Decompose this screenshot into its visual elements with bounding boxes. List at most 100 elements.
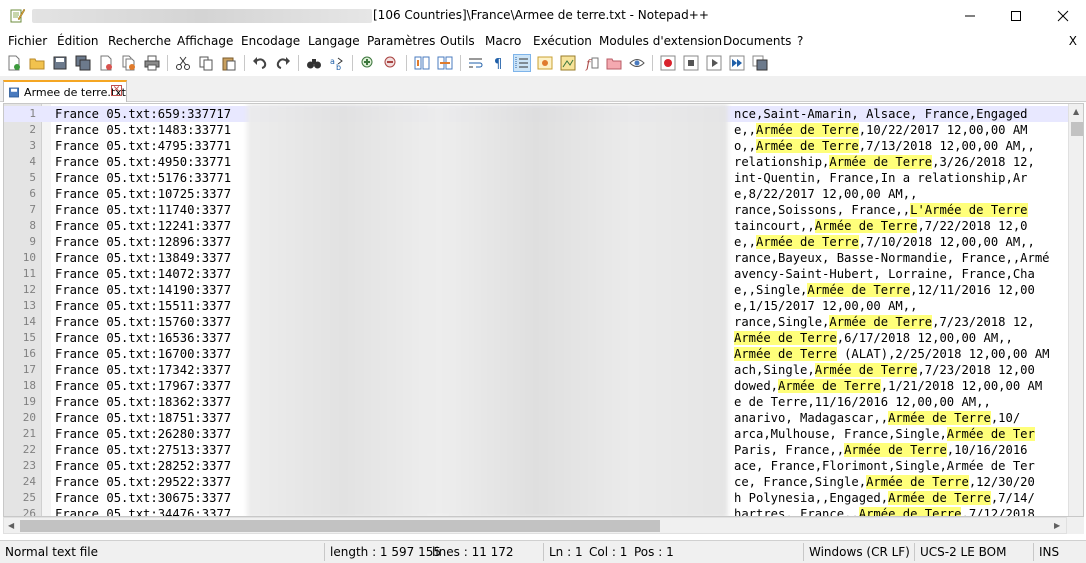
line-text-segment: ,12/11/2016 12,00 (910, 283, 1035, 297)
line-text-segment: o,, (734, 139, 757, 153)
stop-macro-button[interactable] (682, 54, 700, 72)
toolbar-separator (244, 55, 245, 71)
toolbar-separator (352, 55, 353, 71)
scroll-right-arrow[interactable]: ▶ (1054, 521, 1060, 530)
play-macro-button[interactable] (705, 54, 723, 72)
paste-button[interactable] (220, 54, 238, 72)
toolbar-separator (298, 55, 299, 71)
user-language-button[interactable] (536, 54, 554, 72)
word-wrap-button[interactable] (467, 54, 485, 72)
line-text-start: France 05.txt:5176:33771 (55, 171, 232, 185)
close-window-button[interactable] (1040, 0, 1086, 31)
indent-guide-button[interactable] (513, 54, 531, 72)
line-text-segment: e,1/15/2017 12,00,00 AM,, (734, 299, 918, 313)
search-match-highlight: Armée de Terre (734, 347, 837, 361)
menu-fichier[interactable]: Fichier (8, 34, 47, 48)
line-text-segment: (ALAT),2/25/2018 12,00,00 AM (836, 347, 1050, 361)
scissors-icon (176, 56, 190, 70)
menu-documents[interactable]: Documents (723, 34, 791, 48)
copy-button[interactable] (197, 54, 215, 72)
print-button[interactable] (143, 54, 161, 72)
zoom-out-button[interactable] (382, 54, 400, 72)
status-encoding[interactable]: UCS-2 LE BOM (920, 545, 1006, 559)
line-text-segment: avency-Saint-Hubert, Lorraine, France,Ch… (734, 267, 1035, 281)
line-text-start: France 05.txt:4795:33771 (55, 139, 232, 153)
status-insert-mode[interactable]: INS (1039, 545, 1059, 559)
menu-encodage[interactable]: Encodage (241, 34, 300, 48)
search-match-highlight: Armée de Terre (814, 363, 918, 377)
undo-button[interactable] (251, 54, 269, 72)
close-file-icon (100, 55, 112, 71)
sync-horizontal-button[interactable] (436, 54, 454, 72)
menu-parametres[interactable]: Paramètres (367, 34, 435, 48)
status-eol[interactable]: Windows (CR LF) (809, 545, 910, 559)
menu-modules[interactable]: Modules d'extension (599, 34, 722, 48)
menu-edition[interactable]: Édition (57, 34, 99, 48)
run-macro-multiple-button[interactable] (728, 54, 746, 72)
folder-workspace-button[interactable] (605, 54, 623, 72)
horizontal-scroll-thumb[interactable] (20, 520, 660, 532)
line-text-start: France 05.txt:30675:3377 (55, 491, 232, 505)
tab-close-icon[interactable]: ✕ (111, 85, 122, 96)
line-text-segment: arca,Mulhouse, France,Single, (734, 427, 947, 441)
monitoring-button[interactable] (628, 54, 646, 72)
redo-button[interactable] (274, 54, 292, 72)
replace-button[interactable]: ab (328, 54, 346, 72)
zoom-in-button[interactable] (359, 54, 377, 72)
sync-vertical-button[interactable] (413, 54, 431, 72)
close-all-button[interactable] (120, 54, 138, 72)
window-title: [106 Countries]\France\Armee de terre.tx… (373, 8, 709, 22)
maximize-button[interactable] (993, 0, 1039, 31)
line-number: 3 (29, 139, 36, 152)
menu-langage[interactable]: Langage (308, 34, 360, 48)
line-text-segment: ,12/30/20 (968, 475, 1035, 489)
menu-macro[interactable]: Macro (485, 34, 521, 48)
line-number: 15 (22, 331, 36, 344)
line-number: 14 (22, 315, 36, 328)
search-match-highlight: Armée de Ter (946, 427, 1035, 441)
editor[interactable]: 1 France 05.txt:659:337717 nce,Saint-Amari… (3, 103, 1084, 517)
open-file-button[interactable] (28, 54, 46, 72)
save-button[interactable] (51, 54, 69, 72)
status-lines: lines : 11 172 (432, 545, 514, 559)
line-text-segment: ,10/22/2017 12,00,00 AM (858, 123, 1028, 137)
search-match-highlight: Armée de Terre (778, 379, 881, 393)
vertical-scrollbar[interactable]: ▲ (1068, 104, 1083, 516)
vertical-scroll-thumb[interactable] (1071, 122, 1083, 136)
show-all-chars-button[interactable]: ¶ (490, 54, 508, 72)
save-all-icon (75, 55, 91, 71)
close-file-button[interactable] (97, 54, 115, 72)
menu-affichage[interactable]: Affichage (177, 34, 233, 48)
minimize-button[interactable] (947, 0, 993, 31)
line-text-end: Armée de Terre,6/17/2018 12,00,00 AM,, (734, 330, 1013, 346)
new-file-button[interactable] (5, 54, 23, 72)
save-all-button[interactable] (74, 54, 92, 72)
title-redacted-area (32, 9, 372, 23)
new-file-icon (8, 55, 20, 71)
menu-help[interactable]: ? (797, 34, 803, 48)
menu-execution[interactable]: Exécution (533, 34, 592, 48)
save-macro-button[interactable] (751, 54, 769, 72)
line-number: 4 (29, 155, 36, 168)
line-text-end: Paris, France,,Armée de Terre,10/16/2016 (734, 442, 1028, 458)
cut-button[interactable] (174, 54, 192, 72)
menu-recherche[interactable]: Recherche (108, 34, 171, 48)
scroll-up-arrow[interactable]: ▲ (1073, 107, 1079, 116)
record-icon (660, 55, 676, 71)
scroll-corner (1067, 517, 1084, 534)
doc-map-button[interactable] (559, 54, 577, 72)
horizontal-scrollbar[interactable]: ◀ ▶ (3, 517, 1067, 534)
line-text-segment: ,7/23/2018 12, (932, 315, 1035, 329)
menu-outils[interactable]: Outils (440, 34, 475, 48)
line-text-end: dowed,Armée de Terre,1/21/2018 12,00,00 … (734, 378, 1042, 394)
fast-forward-icon (729, 55, 745, 71)
tab-armee-de-terre[interactable]: Armee de terre.txt ✕ (3, 80, 127, 102)
line-text-end: arca,Mulhouse, France,Single,Armée de Te… (734, 426, 1035, 442)
close-document-button[interactable]: X (1069, 34, 1077, 48)
function-list-button[interactable]: f (582, 54, 600, 72)
line-text-segment: ,7/14/ (990, 491, 1035, 505)
find-button[interactable] (305, 54, 323, 72)
scroll-left-arrow[interactable]: ◀ (8, 521, 14, 530)
line-text-start: France 05.txt:16700:3377 (55, 347, 232, 361)
record-macro-button[interactable] (659, 54, 677, 72)
